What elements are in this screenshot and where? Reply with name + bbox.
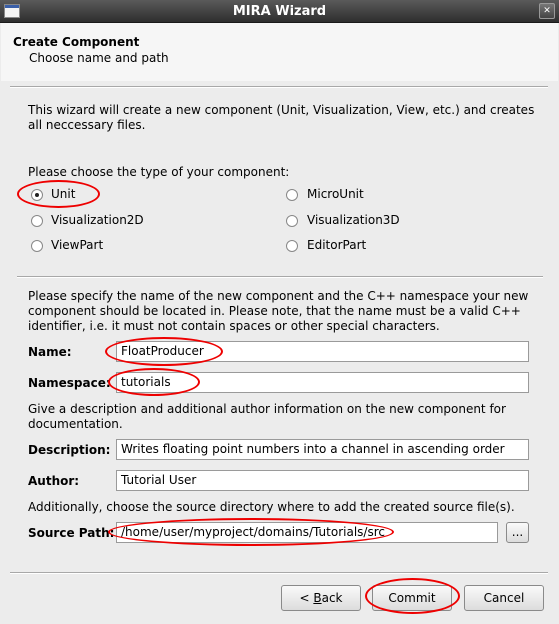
name-info-line-1: Please specify the name of the new compo… [28, 289, 529, 303]
close-icon[interactable]: ✕ [539, 3, 555, 19]
namespace-label: Namespace: [28, 376, 111, 390]
back-prefix: < [299, 591, 314, 605]
desc-info-line-2: documentation. [28, 417, 123, 431]
radio-visualization3d[interactable] [286, 215, 298, 227]
type-prompt: Please choose the type of your component… [28, 165, 290, 179]
intro-line-1: This wizard will create a new component … [28, 103, 535, 117]
highlight-name [105, 337, 223, 366]
intro-line-2: all neccessary files. [28, 118, 146, 132]
desc-info-line-1: Give a description and additional author… [28, 402, 506, 416]
radio-microunit[interactable] [286, 189, 298, 201]
back-mnemonic: B [313, 591, 322, 605]
window-title: MIRA Wizard [232, 4, 327, 19]
radio-editorpart[interactable] [286, 240, 298, 252]
author-input[interactable]: Tutorial User [116, 470, 529, 491]
radio-viewpart[interactable] [31, 240, 43, 252]
source-path-label: Source Path: [28, 526, 115, 540]
description-input[interactable]: Writes floating point numbers into a cha… [116, 439, 529, 460]
back-rest: ack [321, 591, 343, 605]
page-subtitle: Choose name and path [29, 51, 169, 65]
back-button[interactable]: < Back [281, 585, 361, 611]
browse-button[interactable]: ... [506, 522, 529, 543]
footer-divider [10, 572, 548, 574]
types-divider [17, 276, 543, 278]
radio-visualization2d[interactable] [31, 215, 43, 227]
radio-label-microunit[interactable]: MicroUnit [307, 187, 364, 201]
wizard-header: Create Component Choose name and path [1, 23, 558, 81]
highlight-source-path [108, 518, 394, 546]
name-info-line-2: component should be located in. Please n… [28, 304, 521, 318]
radio-label-visualization3d[interactable]: Visualization3D [307, 213, 400, 227]
header-divider [10, 86, 548, 88]
radio-label-visualization2d[interactable]: Visualization2D [51, 213, 144, 227]
name-info-line-3: identifier, i.e. it must not contain spa… [28, 319, 440, 333]
cancel-button[interactable]: Cancel [464, 585, 544, 611]
highlight-commit [365, 578, 460, 614]
highlight-unit [17, 180, 100, 208]
description-label: Description: [28, 443, 111, 457]
page-title: Create Component [13, 35, 140, 49]
author-label: Author: [28, 474, 80, 488]
radio-label-editorpart[interactable]: EditorPart [307, 238, 366, 252]
radio-label-viewpart[interactable]: ViewPart [51, 238, 103, 252]
source-info: Additionally, choose the source director… [28, 500, 515, 514]
name-label: Name: [28, 345, 72, 359]
window-titlebar[interactable]: MIRA Wizard ✕ [0, 0, 559, 23]
highlight-namespace [108, 368, 200, 396]
